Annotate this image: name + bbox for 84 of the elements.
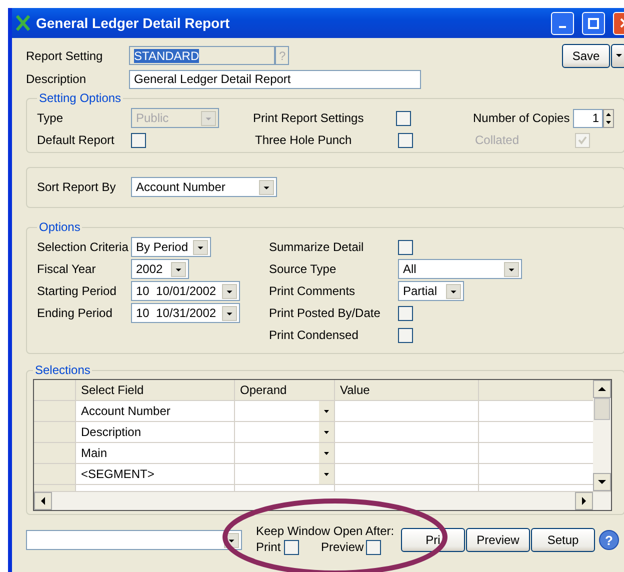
group-legend: Options bbox=[37, 220, 82, 234]
action-button[interactable]: Pri bbox=[401, 528, 465, 552]
checkbox[interactable] bbox=[398, 328, 413, 342]
field-label: Preview bbox=[321, 540, 365, 554]
field-label: Summarize Detail bbox=[269, 240, 365, 254]
printer-dropdown[interactable] bbox=[26, 530, 242, 550]
field-label: Fiscal Year bbox=[37, 262, 97, 276]
table-cell[interactable] bbox=[235, 464, 335, 485]
field-label: Selection Criteria bbox=[37, 240, 130, 254]
dropdown[interactable]: 10 10/01/2002 bbox=[131, 281, 240, 301]
column-header[interactable]: Value bbox=[335, 380, 479, 401]
field-label: Print bbox=[256, 540, 282, 554]
checkbox[interactable] bbox=[398, 306, 413, 320]
table-cell[interactable] bbox=[335, 422, 479, 443]
help-button[interactable]: ? bbox=[599, 530, 619, 550]
checkbox[interactable] bbox=[284, 540, 299, 554]
caret-icon bbox=[614, 52, 622, 58]
table-cell[interactable]: <SEGMENT> bbox=[76, 464, 235, 485]
dropdown[interactable]: By Period bbox=[131, 237, 211, 257]
description-field[interactable]: General Ledger Detail Report bbox=[129, 70, 421, 88]
field-label: Starting Period bbox=[37, 284, 118, 298]
window-title: General Ledger Detail Report bbox=[36, 15, 231, 31]
table-cell[interactable] bbox=[235, 422, 335, 443]
field-label: Report Setting bbox=[26, 48, 104, 62]
checkbox[interactable] bbox=[366, 540, 381, 554]
column-header[interactable]: Select Field bbox=[76, 380, 235, 401]
save-button[interactable]: Save bbox=[562, 44, 610, 68]
scrollbar-thumb[interactable] bbox=[594, 398, 610, 420]
app-logo-icon bbox=[16, 15, 30, 31]
right-arrow-icon[interactable] bbox=[581, 497, 587, 505]
table-cell[interactable]: Main bbox=[76, 443, 235, 464]
horizontal-scrollbar[interactable] bbox=[34, 491, 611, 510]
field-label: Sort Report By bbox=[37, 180, 117, 194]
vertical-scrollbar[interactable] bbox=[593, 380, 611, 491]
checkbox[interactable] bbox=[396, 110, 411, 126]
table-cell[interactable]: Description bbox=[76, 422, 235, 443]
report-setting-field[interactable]: STANDARD bbox=[129, 46, 275, 65]
keep-open-label: Keep Window Open After: bbox=[256, 524, 394, 538]
field-label: Ending Period bbox=[37, 306, 114, 320]
sort-dropdown[interactable]: Account Number bbox=[131, 177, 277, 197]
dropdown[interactable]: Partial bbox=[398, 281, 464, 301]
minimize-button[interactable] bbox=[551, 12, 574, 34]
table-cell[interactable] bbox=[335, 401, 479, 422]
field-label: Number of Copies bbox=[473, 111, 571, 125]
save-options-button[interactable] bbox=[611, 44, 624, 68]
dropdown[interactable]: 10 10/31/2002 bbox=[131, 303, 240, 323]
group-legend: Selections bbox=[33, 363, 92, 377]
action-button[interactable]: Preview bbox=[466, 528, 530, 552]
left-arrow-icon[interactable] bbox=[40, 497, 46, 505]
field-label: Print Posted By/Date bbox=[269, 306, 382, 320]
group-legend: Setting Options bbox=[37, 91, 124, 105]
table-cell[interactable] bbox=[235, 401, 335, 422]
dropdown[interactable]: All bbox=[398, 259, 522, 279]
field-label: Description bbox=[26, 72, 88, 86]
maximize-button[interactable] bbox=[582, 12, 605, 34]
column-header[interactable]: Operand bbox=[235, 380, 335, 401]
checkbox[interactable] bbox=[398, 132, 413, 148]
maximize-icon bbox=[588, 18, 599, 28]
action-button[interactable]: Setup bbox=[531, 528, 595, 552]
row-header bbox=[34, 422, 76, 443]
table-cell[interactable] bbox=[235, 443, 335, 464]
up-arrow-icon[interactable] bbox=[598, 386, 606, 392]
field-label: Print Condensed bbox=[269, 328, 360, 342]
table-cell[interactable] bbox=[335, 464, 479, 485]
dropdown[interactable]: 2002 bbox=[131, 259, 189, 279]
field-label: Collated bbox=[475, 133, 520, 147]
minimize-icon bbox=[559, 26, 566, 28]
table-cell[interactable]: Account Number bbox=[76, 401, 235, 422]
field-label: Three Hole Punch bbox=[255, 133, 353, 147]
field-label: Default Report bbox=[37, 133, 116, 147]
copies-field[interactable]: 1 bbox=[573, 108, 603, 128]
row-header bbox=[34, 401, 76, 422]
row-header bbox=[34, 443, 76, 464]
field-label: Type bbox=[37, 111, 64, 125]
down-arrow-icon[interactable] bbox=[598, 479, 606, 485]
check-icon bbox=[578, 136, 587, 144]
checkbox[interactable] bbox=[398, 240, 413, 254]
field-label: Print Comments bbox=[269, 284, 356, 298]
field-label: Source Type bbox=[269, 262, 338, 276]
checkbox[interactable] bbox=[131, 132, 146, 148]
table-cell[interactable] bbox=[335, 443, 479, 464]
field-label: Print Report Settings bbox=[253, 111, 365, 125]
spinner-icon[interactable] bbox=[603, 108, 614, 128]
row-header bbox=[34, 380, 76, 401]
